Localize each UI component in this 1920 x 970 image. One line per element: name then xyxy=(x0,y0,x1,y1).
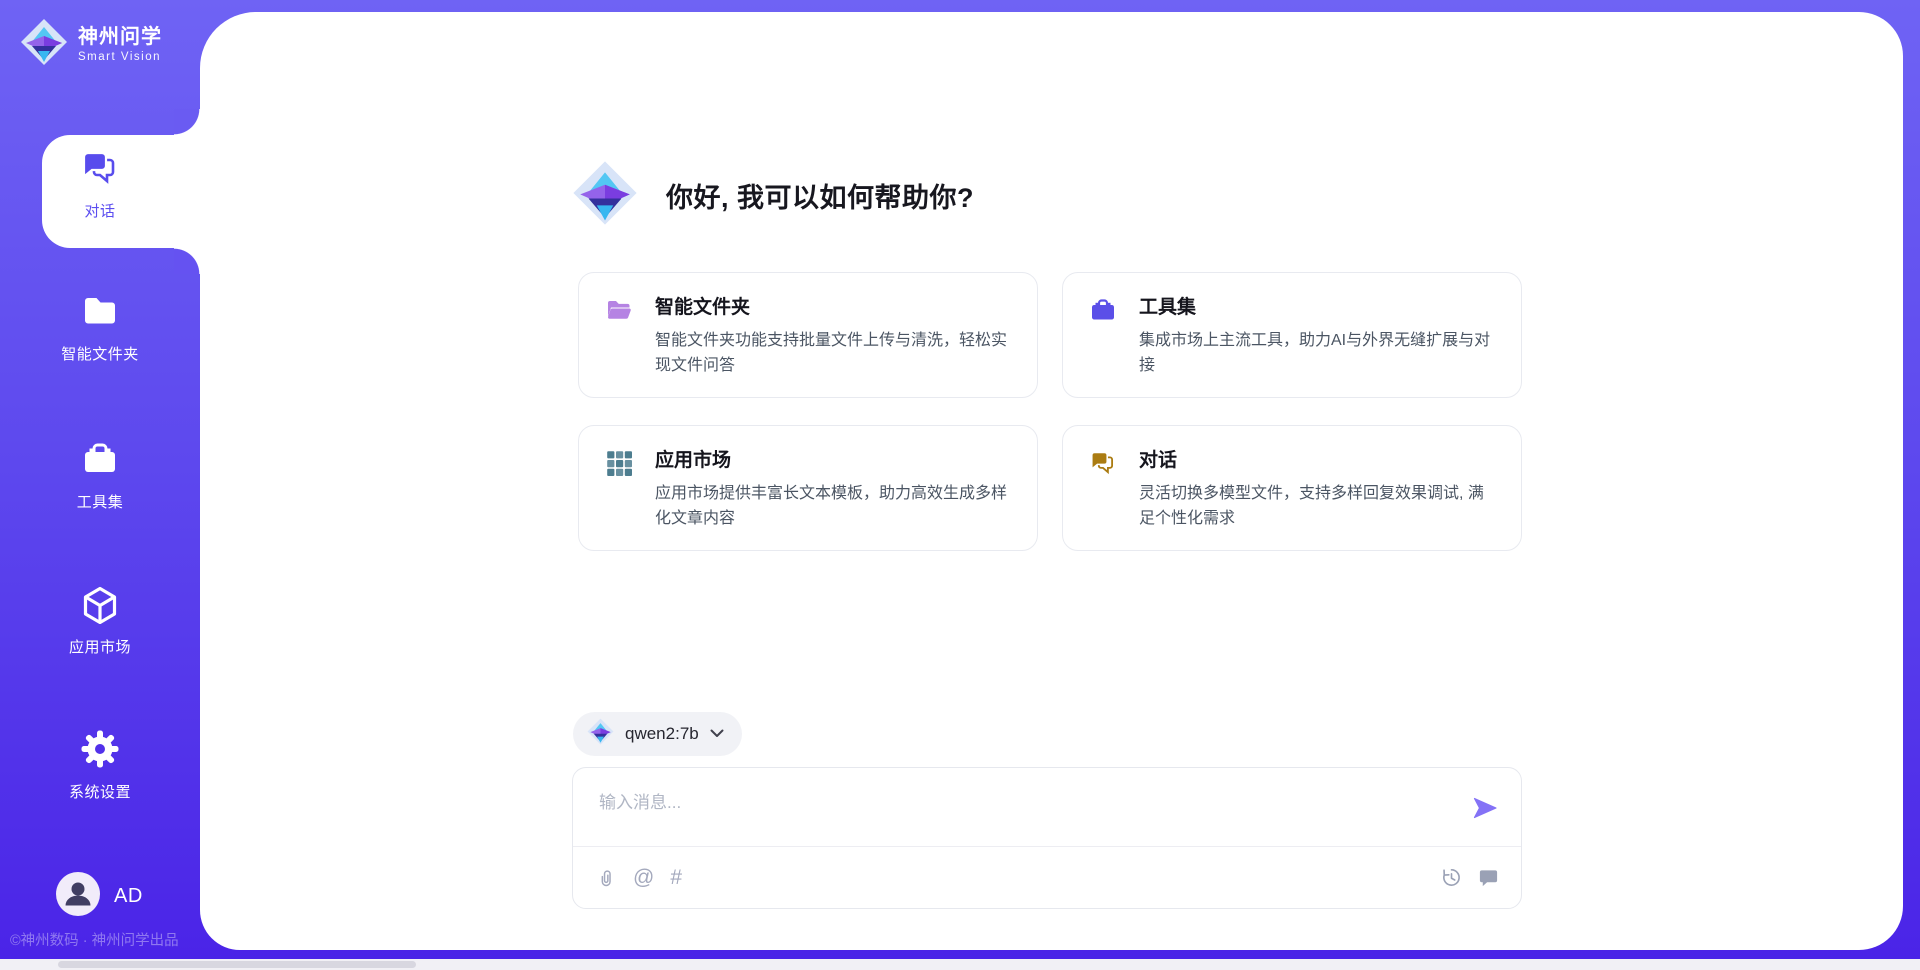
history-icon[interactable] xyxy=(1441,867,1462,888)
scrollbar-thumb[interactable] xyxy=(58,961,416,968)
diamond-logo-icon xyxy=(20,18,68,71)
folder-open-icon xyxy=(605,296,633,329)
chevron-down-icon xyxy=(710,725,724,743)
composer-toolbar: @ # xyxy=(573,846,1521,908)
horizontal-scrollbar xyxy=(0,959,1920,970)
diamond-logo-icon xyxy=(587,718,614,750)
sidebar-item-app-market[interactable]: 应用市场 xyxy=(0,584,200,657)
message-input[interactable] xyxy=(597,786,1441,842)
user-name: AD xyxy=(114,885,143,908)
sidebar: 神州问学 Smart Vision 对话 智能文件夹 xyxy=(0,0,200,970)
send-icon xyxy=(1471,794,1499,822)
tab-fillet-top xyxy=(174,109,200,135)
avatar xyxy=(56,872,100,921)
sidebar-item-toolset[interactable]: 工具集 xyxy=(0,439,200,512)
sidebar-item-settings[interactable]: 系统设置 xyxy=(0,729,200,802)
card-app-market[interactable]: 应用市场 应用市场提供丰富长文本模板，助力高效生成多样化文章内容 xyxy=(578,425,1038,551)
card-description: 应用市场提供丰富长文本模板，助力高效生成多样化文章内容 xyxy=(655,481,1011,531)
chat-bubble-icon[interactable] xyxy=(1478,867,1499,888)
sidebar-item-label: 系统设置 xyxy=(69,781,131,802)
sidebar-item-label: 应用市场 xyxy=(69,636,131,657)
at-icon[interactable]: @ xyxy=(633,867,654,888)
hash-icon[interactable]: # xyxy=(670,867,682,888)
card-title: 对话 xyxy=(1139,448,1495,474)
toolbox-icon xyxy=(1089,296,1117,329)
app-background: 神州问学 Smart Vision 对话 智能文件夹 xyxy=(0,0,1920,970)
card-title: 智能文件夹 xyxy=(655,295,1011,321)
card-smart-folder[interactable]: 智能文件夹 智能文件夹功能支持批量文件上传与清洗，轻松实现文件问答 xyxy=(578,272,1038,398)
card-title: 工具集 xyxy=(1139,295,1495,321)
brand-title: 神州问学 xyxy=(78,26,162,48)
sidebar-item-smart-folder[interactable]: 智能文件夹 xyxy=(0,291,200,364)
sidebar-item-label: 工具集 xyxy=(77,491,124,512)
card-description: 智能文件夹功能支持批量文件上传与清洗，轻松实现文件问答 xyxy=(655,328,1011,378)
folder-icon xyxy=(80,291,120,336)
cube-icon xyxy=(80,584,120,629)
model-selector[interactable]: qwen2:7b xyxy=(573,712,742,756)
card-description: 集成市场上主流工具，助力AI与外界无缝扩展与对接 xyxy=(1139,328,1495,378)
card-description: 灵活切换多模型文件，支持多样回复效果调试, 满足个性化需求 xyxy=(1139,481,1495,531)
user-profile[interactable]: AD xyxy=(0,872,200,921)
greeting-title: 你好, 我可以如何帮助你? xyxy=(666,176,974,215)
toolbox-icon xyxy=(80,439,120,484)
greeting: 你好, 我可以如何帮助你? xyxy=(572,160,974,231)
card-chat[interactable]: 对话 灵活切换多模型文件，支持多样回复效果调试, 满足个性化需求 xyxy=(1062,425,1522,551)
composer: @ # xyxy=(572,767,1522,909)
paperclip-icon[interactable] xyxy=(595,867,617,889)
gear-icon xyxy=(80,729,120,774)
tab-fillet-bottom xyxy=(174,248,200,274)
chat-icon xyxy=(80,148,120,193)
model-name: qwen2:7b xyxy=(625,724,699,744)
feature-cards: 智能文件夹 智能文件夹功能支持批量文件上传与清洗，轻松实现文件问答 工具集 集成… xyxy=(578,272,1522,551)
brand: 神州问学 Smart Vision xyxy=(20,18,162,71)
diamond-logo-icon xyxy=(572,160,638,231)
brand-subtitle: Smart Vision xyxy=(78,51,162,64)
card-title: 应用市场 xyxy=(655,448,1011,474)
sidebar-item-chat[interactable]: 对话 xyxy=(0,148,200,221)
grid-icon xyxy=(605,449,633,482)
sidebar-item-label: 对话 xyxy=(84,200,115,221)
user-icon xyxy=(72,883,85,896)
copyright: ©神州数码 · 神州问学出品 xyxy=(10,929,200,950)
send-button[interactable] xyxy=(1471,794,1499,822)
chat-bubbles-icon xyxy=(1089,449,1117,482)
card-toolset[interactable]: 工具集 集成市场上主流工具，助力AI与外界无缝扩展与对接 xyxy=(1062,272,1522,398)
sidebar-item-label: 智能文件夹 xyxy=(61,343,139,364)
